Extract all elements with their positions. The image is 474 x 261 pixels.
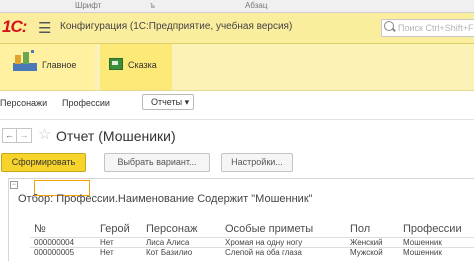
row-cell-hero: Нет <box>100 238 114 247</box>
generate-button[interactable]: Сформировать <box>1 153 86 172</box>
row-cell-character: Лиса Алиса <box>146 238 190 247</box>
top-strip-mid-text: ъ <box>150 1 155 10</box>
nav-item-professii[interactable]: Профессии <box>62 98 110 108</box>
report-filter: Отбор: Профессии.Наименование Содержит "… <box>18 193 313 205</box>
form-title: Отчет (Мошеники) <box>56 128 176 144</box>
top-strip-right-text: Абзац <box>245 1 268 10</box>
row-cell-professions: Мошенник <box>403 238 442 247</box>
nav-item-personazhi[interactable]: Персонажи <box>0 98 47 108</box>
divider <box>0 119 474 120</box>
search-input[interactable]: Поиск Ctrl+Shift+F <box>381 19 474 37</box>
section-home-label: Главное <box>42 60 77 70</box>
app-logo: 1С: <box>2 17 27 36</box>
row-cell-number: 000000004 <box>34 238 75 247</box>
collapse-group-icon[interactable]: − <box>10 181 18 189</box>
column-header-professions: Профессии <box>403 223 462 235</box>
hamburger-menu-icon[interactable]: ☰ <box>38 19 51 37</box>
row-cell-features: Хромая на одну ногу <box>225 238 303 247</box>
book-icon <box>109 58 123 70</box>
reports-dropdown-button[interactable]: Отчеты ▾ <box>142 94 194 110</box>
row-cell-sex: Мужской <box>350 248 383 257</box>
column-header-features: Особые приметы <box>225 223 314 235</box>
column-header-sex: Пол <box>350 223 371 235</box>
row-cell-features: Слепой на оба глаза <box>225 248 302 257</box>
row-cell-hero: Нет <box>100 248 114 257</box>
choose-variant-button[interactable]: Выбрать вариант... <box>104 153 210 172</box>
top-strip: Шрифт ъ Абзац <box>0 0 474 13</box>
home-sections-icon <box>13 50 37 71</box>
settings-button[interactable]: Настройки... <box>221 153 293 172</box>
column-header-hero: Герой <box>100 223 130 235</box>
app-title: Конфигурация (1С:Предприятие, учебная ве… <box>60 21 293 32</box>
search-icon <box>384 21 394 31</box>
row-cell-sex: Женский <box>350 238 383 247</box>
section-skazka-label: Сказка <box>128 60 157 70</box>
row-cell-professions: Мошенник <box>403 248 442 257</box>
favorite-star-icon[interactable]: ☆ <box>38 125 51 143</box>
column-header-character: Персонаж <box>146 223 198 235</box>
forward-arrow-icon[interactable]: → <box>17 128 32 143</box>
row-cell-character: Кот Базилио <box>146 248 193 257</box>
row-cell-number: 000000005 <box>34 248 75 257</box>
column-header-number: № <box>34 223 46 235</box>
top-strip-left-text: Шрифт <box>75 1 102 10</box>
back-arrow-icon[interactable]: ← <box>2 128 17 143</box>
